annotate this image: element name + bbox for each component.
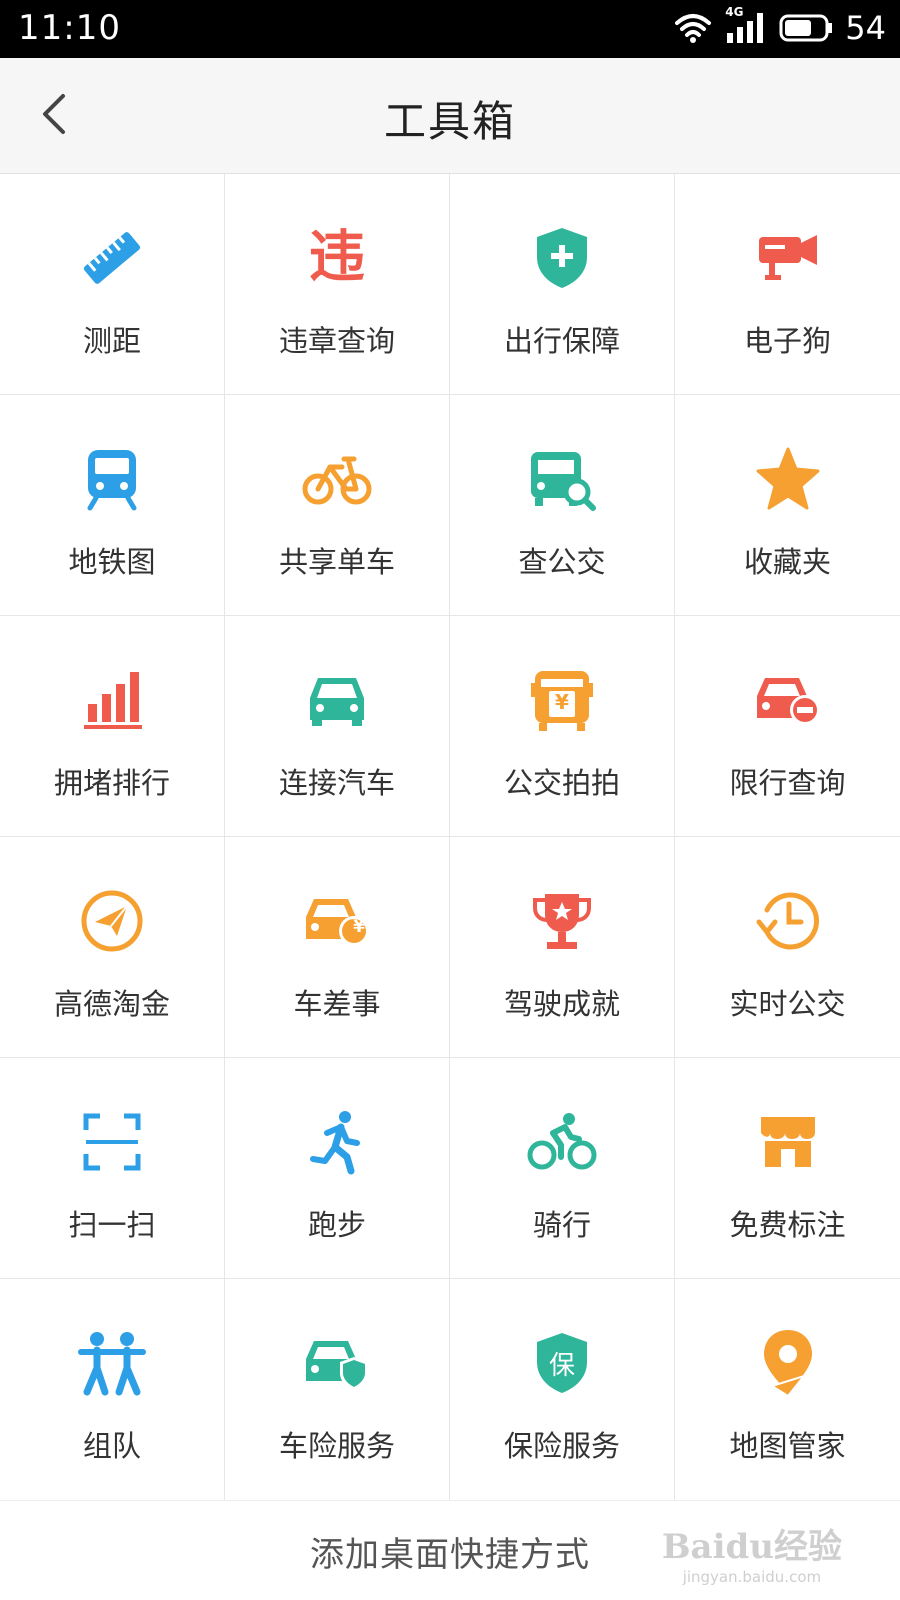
footer-bar: 添加桌面快捷方式 Baidu经验 jingyan.baidu.com bbox=[0, 1500, 900, 1600]
network-label: 4G bbox=[725, 5, 744, 19]
trophy-icon bbox=[526, 885, 598, 957]
tool-item[interactable]: 电子狗 bbox=[675, 174, 900, 395]
tool-label: 限行查询 bbox=[729, 766, 846, 800]
baidu-watermark: Baidu经验 jingyan.baidu.com bbox=[662, 1519, 842, 1586]
tool-label: 测距 bbox=[82, 324, 141, 358]
tool-item[interactable]: 地铁图 bbox=[0, 395, 225, 616]
shield-bao-icon: 保 bbox=[526, 1327, 598, 1399]
tool-label: 免费标注 bbox=[729, 1208, 846, 1242]
tool-label: 地图管家 bbox=[729, 1429, 846, 1463]
shop-icon bbox=[752, 1106, 824, 1178]
shield-plus-icon bbox=[526, 222, 598, 294]
tool-label: 地铁图 bbox=[68, 545, 156, 579]
tool-label: 连接汽车 bbox=[278, 766, 395, 800]
watermark-logo: Baidu经验 bbox=[661, 1527, 842, 1567]
tool-item[interactable]: 地图管家 bbox=[675, 1279, 900, 1500]
tool-item[interactable]: 高德淘金 bbox=[0, 837, 225, 1058]
tool-label: 骑行 bbox=[532, 1208, 591, 1242]
car-limit-icon bbox=[752, 664, 824, 736]
tool-item[interactable]: 共享单车 bbox=[225, 395, 450, 616]
bike-icon bbox=[301, 443, 373, 515]
violation-icon: 违 bbox=[301, 222, 373, 294]
tool-label: 保险服务 bbox=[503, 1429, 620, 1463]
tool-item[interactable]: ¥ 车差事 bbox=[225, 837, 450, 1058]
tool-label: 收藏夹 bbox=[743, 545, 831, 579]
tool-item[interactable]: 收藏夹 bbox=[675, 395, 900, 616]
tool-item[interactable]: 免费标注 bbox=[675, 1058, 900, 1279]
tool-item[interactable]: ¥ 公交拍拍 bbox=[450, 616, 675, 837]
tool-item[interactable]: 驾驶成就 bbox=[450, 837, 675, 1058]
yuan-glyph: ¥ bbox=[555, 690, 569, 714]
tool-label: 实时公交 bbox=[729, 987, 846, 1021]
team-icon bbox=[76, 1327, 148, 1399]
tool-label: 查公交 bbox=[518, 545, 606, 579]
tool-item[interactable]: 限行查询 bbox=[675, 616, 900, 837]
tool-label: 车险服务 bbox=[278, 1429, 395, 1463]
bus-yuan-icon: ¥ bbox=[526, 664, 598, 736]
clock-icon bbox=[752, 885, 824, 957]
tool-item[interactable]: 违 违章查询 bbox=[225, 174, 450, 395]
tool-label: 电子狗 bbox=[743, 324, 831, 358]
car-shield-icon bbox=[301, 1327, 373, 1399]
tool-label: 出行保障 bbox=[503, 324, 620, 358]
tool-label: 公交拍拍 bbox=[503, 766, 620, 800]
tool-item[interactable]: 组队 bbox=[0, 1279, 225, 1500]
tool-item[interactable]: 连接汽车 bbox=[225, 616, 450, 837]
page-title: 工具箱 bbox=[383, 97, 516, 146]
tool-item[interactable]: 车险服务 bbox=[225, 1279, 450, 1500]
scan-icon bbox=[76, 1106, 148, 1178]
map-pin-icon bbox=[752, 1327, 824, 1399]
paper-plane-icon bbox=[76, 885, 148, 957]
tool-label: 驾驶成就 bbox=[503, 987, 620, 1021]
battery-level: 54 bbox=[845, 9, 886, 47]
status-bar: 11:10 4G 54 bbox=[0, 0, 900, 58]
status-time: 11:10 bbox=[18, 8, 121, 48]
violation-glyph: 违 bbox=[309, 225, 365, 290]
tool-item[interactable]: 拥堵排行 bbox=[0, 616, 225, 837]
tool-item[interactable]: 出行保障 bbox=[450, 174, 675, 395]
battery-icon bbox=[779, 13, 833, 43]
yuan-glyph: ¥ bbox=[353, 917, 365, 937]
star-icon bbox=[752, 443, 824, 515]
signal-icon: 4G bbox=[725, 5, 767, 45]
status-icons: 4G 54 bbox=[673, 5, 886, 48]
tool-label: 组队 bbox=[82, 1429, 141, 1463]
car-yuan-icon: ¥ bbox=[301, 885, 373, 957]
bar-chart-icon bbox=[76, 664, 148, 736]
tool-label: 跑步 bbox=[307, 1208, 366, 1242]
tool-item[interactable]: 骑行 bbox=[450, 1058, 675, 1279]
tool-item[interactable]: 测距 bbox=[0, 174, 225, 395]
car-icon bbox=[301, 664, 373, 736]
subway-icon bbox=[76, 443, 148, 515]
camera-icon bbox=[752, 222, 824, 294]
tool-item[interactable]: 实时公交 bbox=[675, 837, 900, 1058]
wifi-icon bbox=[673, 11, 713, 45]
bus-search-icon bbox=[526, 443, 598, 515]
tools-grid: 测距 违 违章查询 出行保障 电子狗 地铁图 共享单车 查公交 收藏夹 拥堵排行… bbox=[0, 174, 900, 1500]
tool-item[interactable]: 跑步 bbox=[225, 1058, 450, 1279]
tool-item[interactable]: 查公交 bbox=[450, 395, 675, 616]
watermark-url: jingyan.baidu.com bbox=[682, 1568, 822, 1586]
tool-label: 共享单车 bbox=[278, 545, 395, 579]
tool-label: 车差事 bbox=[293, 987, 381, 1021]
tool-item[interactable]: 扫一扫 bbox=[0, 1058, 225, 1279]
tool-label: 违章查询 bbox=[278, 324, 395, 358]
tool-label: 高德淘金 bbox=[53, 987, 170, 1021]
tool-item[interactable]: 保 保险服务 bbox=[450, 1279, 675, 1500]
ruler-icon bbox=[76, 222, 148, 294]
cyclist-icon bbox=[526, 1106, 598, 1178]
tool-label: 拥堵排行 bbox=[53, 766, 170, 800]
runner-icon bbox=[301, 1106, 373, 1178]
bao-glyph: 保 bbox=[548, 1351, 575, 1381]
tool-label: 扫一扫 bbox=[68, 1208, 156, 1242]
title-bar: 工具箱 bbox=[0, 58, 900, 174]
